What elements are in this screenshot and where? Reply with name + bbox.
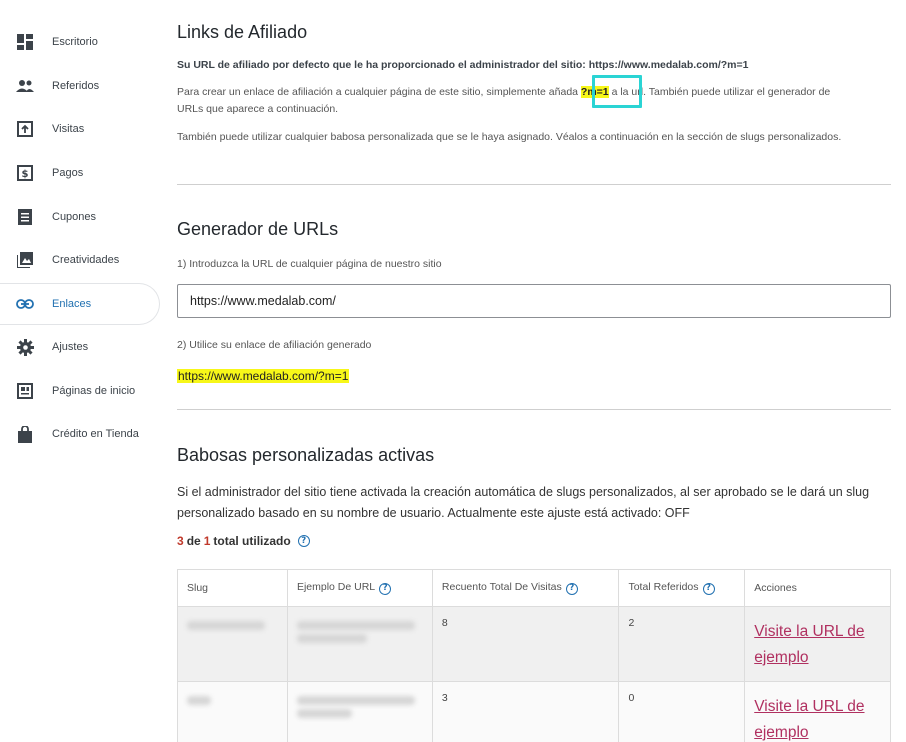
slug-usage-count: 3 de 1 total utilizado ? xyxy=(177,534,310,548)
slug-info-text: También puede utilizar cualquier babosa … xyxy=(177,131,842,143)
default-affiliate-url: Su URL de afiliado por defecto que le ha… xyxy=(177,59,749,71)
example-url-cell xyxy=(286,681,433,742)
coupon-icon xyxy=(16,208,34,226)
sidebar-item-label: Crédito en Tienda xyxy=(52,428,139,440)
sidebar-item-label: Pagos xyxy=(52,167,84,179)
redacted-url xyxy=(296,634,367,643)
link-icon xyxy=(16,295,34,313)
description-text: personalizado basado en su nombre de usu… xyxy=(177,506,690,520)
step2-label: 2) Utilice su enlace de afiliación gener… xyxy=(177,339,372,351)
landing-page-icon xyxy=(16,382,34,400)
create-link-instructions: Para crear un enlace de afiliación a cua… xyxy=(177,84,830,118)
sidebar: Escritorio Referidos Visitas $ Pagos Cup… xyxy=(0,0,160,742)
sidebar-item-label: Creatividades xyxy=(52,254,120,266)
visit-example-url-link[interactable]: Visite la URL de ejemplo xyxy=(754,619,881,671)
header-label: Total Referidos xyxy=(628,581,699,594)
instructions-text: URLs que aparece a continuación. xyxy=(177,103,339,115)
custom-slugs-table: Slug Ejemplo De URL? Recuento Total De V… xyxy=(177,569,891,742)
custom-slugs-title: Babosas personalizadas activas xyxy=(177,445,435,465)
slug-cell xyxy=(177,681,288,742)
total-label: total utilizado xyxy=(213,534,291,548)
dashboard-icon xyxy=(16,33,34,51)
visits-cell: 3 xyxy=(431,681,620,742)
actions-cell: Visite la URL de ejemplo xyxy=(744,681,891,742)
visit-example-url-link[interactable]: Visite la URL de ejemplo xyxy=(754,694,881,742)
image-icon xyxy=(16,251,34,269)
redacted-url xyxy=(296,621,415,630)
sidebar-item-ajustes[interactable]: Ajustes xyxy=(0,326,160,368)
sidebar-item-referidos[interactable]: Referidos xyxy=(0,65,160,107)
table-row: 3 0 Visite la URL de ejemplo xyxy=(177,681,891,742)
slug-cell xyxy=(177,606,288,682)
custom-slugs-description: Si el administrador del sitio tiene acti… xyxy=(177,482,869,524)
redacted-slug xyxy=(187,621,265,630)
redacted-slug xyxy=(187,696,211,705)
actions-cell: Visite la URL de ejemplo xyxy=(744,606,891,682)
step1-label: 1) Introduzca la URL de cualquier página… xyxy=(177,258,442,270)
total-count: 1 xyxy=(203,534,211,548)
column-header-slug: Slug xyxy=(177,569,288,607)
header-label: Ejemplo De URL xyxy=(296,581,376,594)
url-input[interactable] xyxy=(177,284,891,318)
redacted-url xyxy=(296,709,352,718)
gear-icon xyxy=(16,338,34,356)
help-icon[interactable]: ? xyxy=(297,535,310,547)
used-count: 3 xyxy=(177,534,184,548)
annotation-box xyxy=(592,75,642,108)
sidebar-item-creatividades[interactable]: Creatividades xyxy=(0,239,160,281)
sidebar-item-visitas[interactable]: Visitas xyxy=(0,108,160,150)
generated-url[interactable]: https://www.medalab.com/?m=1 xyxy=(177,369,350,383)
sidebar-item-label: Enlaces xyxy=(52,298,92,310)
table-row: 8 2 Visite la URL de ejemplo xyxy=(177,606,891,682)
sidebar-item-label: Visitas xyxy=(52,123,85,135)
sidebar-item-escritorio[interactable]: Escritorio xyxy=(0,21,160,63)
example-url-cell xyxy=(286,606,433,682)
header-label: Recuento Total De Visitas xyxy=(441,581,562,594)
divider xyxy=(177,184,891,185)
divider xyxy=(177,409,891,410)
referrals-cell: 0 xyxy=(618,681,746,742)
sidebar-item-cupones[interactable]: Cupones xyxy=(0,196,160,238)
sidebar-item-credito-en-tienda[interactable]: Crédito en Tienda xyxy=(0,413,160,455)
instructions-text: Para crear un enlace de afiliación a cua… xyxy=(177,86,581,98)
sidebar-item-paginas-de-inicio[interactable]: Páginas de inicio xyxy=(0,370,160,412)
links-title: Links de Afiliado xyxy=(177,22,308,42)
header-label: Slug xyxy=(187,582,209,594)
sidebar-item-label: Páginas de inicio xyxy=(52,385,136,397)
column-header-actions: Acciones xyxy=(744,569,891,607)
visits-cell: 8 xyxy=(431,606,620,682)
sidebar-item-label: Referidos xyxy=(52,80,100,92)
table-header-row: Slug Ejemplo De URL? Recuento Total De V… xyxy=(177,569,891,607)
sidebar-item-label: Escritorio xyxy=(52,36,98,48)
sidebar-item-label: Cupones xyxy=(52,211,97,223)
visits-icon xyxy=(16,120,34,138)
column-header-visits: Recuento Total De Visitas? xyxy=(431,569,620,607)
column-header-example-url: Ejemplo De URL? xyxy=(286,569,433,607)
sidebar-item-enlaces[interactable]: Enlaces xyxy=(0,283,160,325)
sidebar-item-pagos[interactable]: $ Pagos xyxy=(0,152,160,194)
description-text: Si el administrador del sitio tiene acti… xyxy=(177,485,870,499)
shopping-bag-icon xyxy=(16,425,34,443)
header-label: Acciones xyxy=(754,582,797,594)
payment-icon: $ xyxy=(16,164,34,182)
help-icon[interactable]: ? xyxy=(565,582,578,595)
column-header-referrals: Total Referidos? xyxy=(618,569,746,607)
people-icon xyxy=(16,77,34,95)
referrals-cell: 2 xyxy=(618,606,746,682)
help-icon[interactable]: ? xyxy=(379,582,392,595)
redacted-url xyxy=(296,696,415,705)
sidebar-item-label: Ajustes xyxy=(52,341,89,353)
generator-title: Generador de URLs xyxy=(177,219,339,239)
de-text: de xyxy=(186,534,201,548)
help-icon[interactable]: ? xyxy=(702,582,715,595)
svg-text:$: $ xyxy=(22,169,29,180)
